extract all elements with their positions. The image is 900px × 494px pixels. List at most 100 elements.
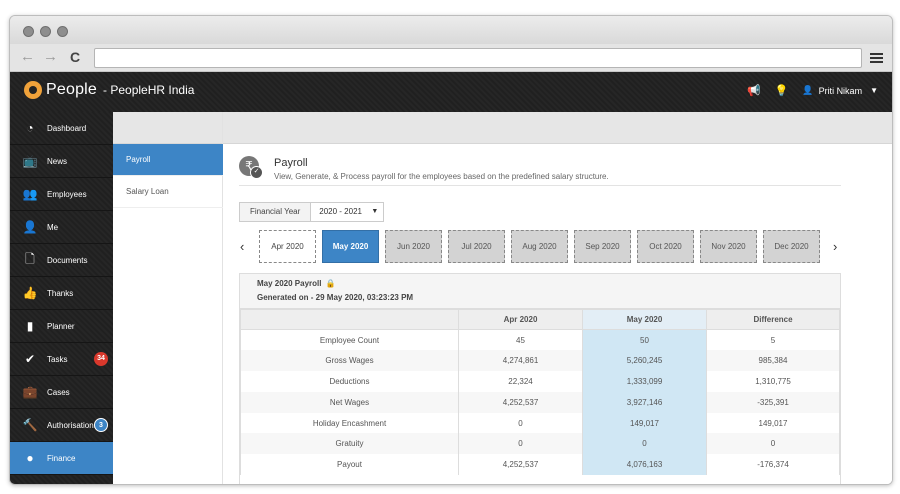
table-cell: 0 (582, 433, 707, 455)
table-row: Payout 4,252,537 4,076,163 -176,374 (240, 454, 840, 476)
address-bar[interactable] (94, 48, 862, 68)
table-cell: Gratuity (240, 433, 459, 455)
month-tab-jun-2020[interactable]: Jun 2020 (385, 230, 442, 263)
sidebar-item-thanks[interactable]: 👍 Thanks (10, 277, 113, 310)
logo[interactable]: People - PeopleHR India (24, 81, 194, 99)
column-header: Apr 2020 (458, 309, 583, 330)
table-cell: 4,252,537 (458, 454, 583, 476)
menu-icon[interactable] (870, 53, 883, 63)
people-icon: 👥 (22, 187, 38, 201)
sidebar-item-label: Authorisations (47, 420, 98, 430)
table-cell: Holiday Encashment (240, 412, 459, 434)
payroll-generated: Generated on - 29 May 2020, 03:23:23 PM (257, 293, 414, 302)
table-cell: Payout (240, 454, 459, 476)
table-cell: Gross Wages (240, 350, 459, 372)
table-cell: 4,076,163 (582, 454, 707, 476)
sidebar-item-planner[interactable]: ▮ Planner (10, 310, 113, 343)
column-header (240, 309, 459, 330)
sidebar-item-dashboard[interactable]: ◔ Dashboard (10, 112, 113, 145)
table-cell: Deductions (240, 371, 459, 392)
chevron-left-icon[interactable]: ‹ (240, 239, 244, 254)
top-actions: 📢 💡 👤 Priti Nikam ▼ (747, 84, 878, 97)
table-cell: Employee Count (240, 329, 459, 351)
sidebar-item-label: Me (47, 222, 59, 232)
back-arrow-icon[interactable]: ← (20, 49, 35, 65)
dashboard-icon: ◔ (26, 121, 34, 135)
sidebar-item-authorisations[interactable]: 🔨 Authorisations 3 (10, 409, 113, 442)
sidebar-item-finance[interactable]: ● Finance (10, 442, 113, 475)
count-badge: 34 (94, 352, 108, 366)
sidebar-item-label: News (47, 156, 68, 166)
table-row: Holiday Encashment 0 149,017 149,017 (240, 412, 840, 434)
user-name[interactable]: Priti Nikam (819, 86, 863, 96)
subnav-item-salary-loan[interactable]: Salary Loan (113, 176, 223, 208)
divider (239, 185, 841, 186)
window-maximize-button[interactable] (57, 26, 68, 37)
document-icon: 🗋 (25, 251, 35, 266)
thumbs-up-icon: 👍 (22, 286, 38, 300)
window-close-button[interactable] (23, 26, 34, 37)
month-tab-oct-2020[interactable]: Oct 2020 (637, 230, 694, 263)
month-tab-dec-2020[interactable]: Dec 2020 (763, 230, 820, 263)
sidebar-item-me[interactable]: 👤 Me (10, 211, 113, 244)
check-icon: ✔ (24, 352, 36, 366)
sidebar-item-cases[interactable]: 💼 Cases (10, 376, 113, 409)
sub-navigation: Payroll Salary Loan (113, 112, 223, 484)
main-content: ₹ Payroll View, Generate, & Process payr… (223, 144, 892, 484)
table-cell: 985,384 (706, 350, 840, 372)
month-tab-apr-2020[interactable]: Apr 2020 (259, 230, 316, 263)
table-cell: 1,333,099 (582, 371, 707, 392)
sidebar-item-label: Documents (47, 255, 88, 265)
page-title: Payroll (274, 157, 308, 169)
table-row: Gross Wages 4,274,861 5,260,245 985,384 (240, 350, 840, 372)
chevron-right-icon[interactable]: › (833, 239, 837, 254)
lightbulb-icon[interactable]: 💡 (775, 84, 789, 97)
financial-year-select[interactable]: 2020 - 2021 ▼ (311, 203, 384, 221)
month-tab-nov-2020[interactable]: Nov 2020 (700, 230, 757, 263)
user-icon[interactable]: 👤 (802, 85, 813, 96)
app-container: People - PeopleHR India 📢 💡 👤 Priti Nika… (10, 72, 892, 484)
dropdown-arrow-icon: ▼ (371, 208, 379, 215)
window-minimize-button[interactable] (40, 26, 51, 37)
forward-arrow-icon[interactable]: → (43, 49, 58, 65)
caret-down-icon[interactable]: ▼ (870, 86, 878, 95)
count-badge: 3 (94, 418, 108, 432)
sidebar-item-label: Thanks (47, 288, 74, 298)
table-cell: 1,310,775 (706, 371, 840, 392)
table-cell: -325,391 (706, 391, 840, 413)
table-cell: 4,252,537 (458, 391, 583, 413)
sidebar-item-news[interactable]: 📺 News (10, 145, 113, 178)
sidebar-item-tasks[interactable]: ✔ Tasks 34 (10, 343, 113, 376)
financial-year-value: 2020 - 2021 (319, 207, 362, 216)
table-cell: -176,374 (706, 454, 840, 476)
browser-toolbar: ← → C (10, 44, 892, 72)
browser-window: ← → C People - PeopleHR India 📢 💡 👤 Prit… (9, 15, 893, 485)
sidebar-item-label: Finance (47, 453, 76, 463)
user-edit-icon: 👤 (22, 220, 38, 234)
sidebar-item-employees[interactable]: 👥 Employees (10, 178, 113, 211)
subnav-item-payroll[interactable]: Payroll (113, 144, 223, 176)
payroll-panel-header: May 2020 Payroll 🔒 Generated on - 29 May … (240, 274, 840, 309)
megaphone-icon[interactable]: 📢 (747, 84, 761, 97)
month-tab-may-2020[interactable]: May 2020 (322, 230, 379, 263)
payroll-title-row: May 2020 Payroll 🔒 (257, 279, 840, 288)
subnav-header (113, 112, 222, 144)
payroll-table: Apr 2020 May 2020 Difference Employee Coun… (240, 309, 840, 476)
month-tab-sep-2020[interactable]: Sep 2020 (574, 230, 631, 263)
table-row: Employee Count 45 50 5 (240, 329, 840, 351)
sidebar-item-documents[interactable]: 🗋 Documents (10, 244, 113, 277)
month-tab-jul-2020[interactable]: Jul 2020 (448, 230, 505, 263)
logo-icon (24, 81, 42, 99)
payroll-panel: May 2020 Payroll 🔒 Generated on - 29 May … (239, 273, 841, 484)
sidebar-item-label: Dashboard (47, 123, 87, 133)
title-bar (10, 16, 892, 44)
gavel-icon: 🔨 (22, 418, 38, 432)
table-row: Net Wages 4,252,537 3,927,146 -325,391 (240, 391, 840, 413)
reload-icon[interactable]: C (70, 49, 80, 65)
table-row: Deductions 22,324 1,333,099 1,310,775 (240, 371, 840, 392)
month-selector: Apr 2020 May 2020 Jun 2020 Jul 2020 Aug 2020… (259, 230, 826, 263)
column-header: May 2020 (582, 309, 707, 330)
top-bar: People - PeopleHR India 📢 💡 👤 Priti Nika… (10, 72, 892, 112)
month-tab-aug-2020[interactable]: Aug 2020 (511, 230, 568, 263)
table-cell: 0 (458, 433, 583, 455)
